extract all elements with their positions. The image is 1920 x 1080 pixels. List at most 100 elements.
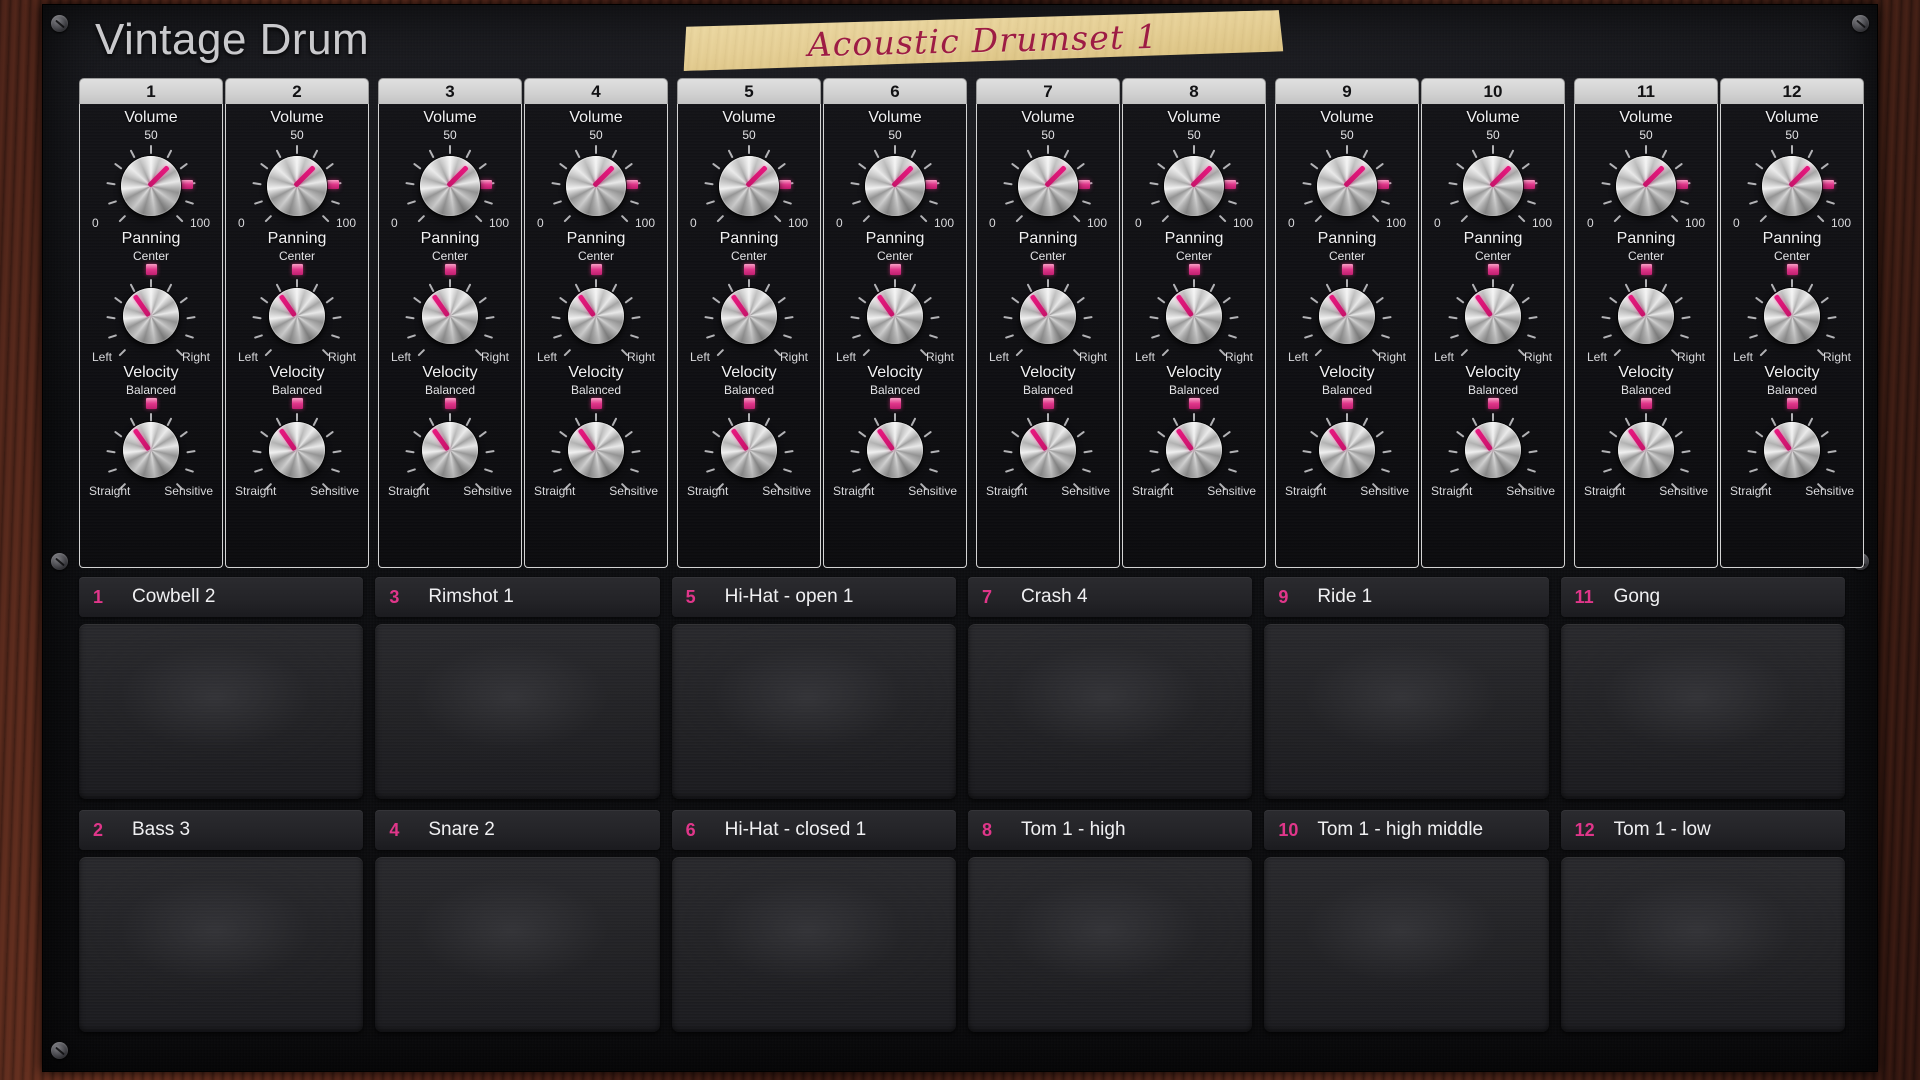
knob-dial[interactable] (721, 288, 777, 344)
channel-strip-12[interactable]: 12 Volume 50 0 100 Panning Center Left Right Velo… (1720, 78, 1864, 568)
volume-knob[interactable] (548, 142, 644, 223)
knob-dial[interactable] (568, 288, 624, 344)
knob-dial[interactable] (269, 288, 325, 344)
volume-knob[interactable] (1744, 142, 1840, 223)
pad-label[interactable]: 12 Tom 1 - low (1560, 810, 1845, 850)
panning-knob[interactable] (1598, 276, 1694, 357)
velocity-knob[interactable] (1445, 410, 1541, 491)
knob-dial[interactable] (721, 422, 777, 478)
panning-knob[interactable] (1744, 276, 1840, 357)
knob-dial[interactable] (566, 156, 626, 216)
channel-number[interactable]: 3 (378, 78, 522, 104)
drum-pad[interactable] (79, 857, 364, 1032)
volume-knob[interactable] (103, 142, 199, 223)
channel-number[interactable]: 7 (976, 78, 1120, 104)
channel-strip-11[interactable]: 11 Volume 50 0 100 Panning Center Left Right Velo… (1574, 78, 1718, 568)
channel-strip-3[interactable]: 3 Volume 50 0 100 Panning Center Left Right Veloc… (378, 78, 522, 568)
panning-knob[interactable] (249, 276, 345, 357)
drum-pad[interactable] (671, 857, 956, 1032)
knob-dial[interactable] (1020, 288, 1076, 344)
pad-label[interactable]: 1 Cowbell 2 (79, 577, 364, 617)
channel-number[interactable]: 8 (1122, 78, 1266, 104)
knob-dial[interactable] (865, 156, 925, 216)
preset-name-plate[interactable]: Acoustic Drumset 1 (683, 10, 1284, 71)
velocity-knob[interactable] (1744, 410, 1840, 491)
pad-label[interactable]: 11 Gong (1560, 577, 1845, 617)
velocity-knob[interactable] (1000, 410, 1096, 491)
knob-dial[interactable] (422, 288, 478, 344)
knob-dial[interactable] (420, 156, 480, 216)
pad-label[interactable]: 7 Crash 4 (967, 577, 1253, 617)
velocity-knob[interactable] (103, 410, 199, 491)
knob-dial[interactable] (1465, 288, 1521, 344)
knob-dial[interactable] (1762, 156, 1822, 216)
volume-knob[interactable] (1299, 142, 1395, 223)
panning-knob[interactable] (548, 276, 644, 357)
panning-knob[interactable] (701, 276, 797, 357)
volume-knob[interactable] (701, 142, 797, 223)
drum-pad[interactable] (1560, 857, 1845, 1032)
volume-knob[interactable] (1598, 142, 1694, 223)
volume-knob[interactable] (1146, 142, 1242, 223)
channel-number[interactable]: 9 (1275, 78, 1419, 104)
volume-knob[interactable] (1000, 142, 1096, 223)
channel-number[interactable]: 4 (524, 78, 668, 104)
drum-pad[interactable] (375, 624, 660, 799)
volume-knob[interactable] (1445, 142, 1541, 223)
velocity-knob[interactable] (548, 410, 644, 491)
channel-number[interactable]: 2 (225, 78, 369, 104)
velocity-knob[interactable] (1146, 410, 1242, 491)
drum-pad[interactable] (967, 624, 1253, 799)
velocity-knob[interactable] (1598, 410, 1694, 491)
knob-dial[interactable] (1618, 422, 1674, 478)
pad-label[interactable]: 5 Hi-Hat - open 1 (671, 577, 956, 617)
knob-dial[interactable] (568, 422, 624, 478)
panning-knob[interactable] (1445, 276, 1541, 357)
volume-knob[interactable] (402, 142, 498, 223)
knob-dial[interactable] (1020, 422, 1076, 478)
knob-dial[interactable] (1166, 422, 1222, 478)
knob-dial[interactable] (1764, 422, 1820, 478)
knob-dial[interactable] (422, 422, 478, 478)
pad-label[interactable]: 6 Hi-Hat - closed 1 (671, 810, 956, 850)
channel-strip-9[interactable]: 9 Volume 50 0 100 Panning Center Left Right Veloc… (1275, 78, 1419, 568)
knob-dial[interactable] (121, 156, 181, 216)
panning-knob[interactable] (1299, 276, 1395, 357)
knob-dial[interactable] (269, 422, 325, 478)
knob-dial[interactable] (1317, 156, 1377, 216)
channel-strip-5[interactable]: 5 Volume 50 0 100 Panning Center Left Right Veloc… (677, 78, 821, 568)
channel-strip-8[interactable]: 8 Volume 50 0 100 Panning Center Left Right Veloc… (1122, 78, 1266, 568)
velocity-knob[interactable] (701, 410, 797, 491)
knob-dial[interactable] (123, 422, 179, 478)
drum-pad[interactable] (967, 857, 1253, 1032)
panning-knob[interactable] (1146, 276, 1242, 357)
pad-label[interactable]: 9 Ride 1 (1264, 577, 1549, 617)
channel-number[interactable]: 10 (1421, 78, 1565, 104)
pad-label[interactable]: 4 Snare 2 (375, 810, 660, 850)
channel-strip-6[interactable]: 6 Volume 50 0 100 Panning Center Left Right Veloc… (823, 78, 967, 568)
drum-pad[interactable] (79, 624, 364, 799)
knob-dial[interactable] (1166, 288, 1222, 344)
knob-dial[interactable] (867, 422, 923, 478)
volume-knob[interactable] (249, 142, 345, 223)
panning-knob[interactable] (103, 276, 199, 357)
knob-dial[interactable] (1319, 288, 1375, 344)
drum-pad[interactable] (375, 857, 660, 1032)
knob-dial[interactable] (1463, 156, 1523, 216)
knob-dial[interactable] (1618, 288, 1674, 344)
drum-pad[interactable] (1264, 857, 1549, 1032)
drum-pad[interactable] (671, 624, 956, 799)
knob-dial[interactable] (867, 288, 923, 344)
channel-number[interactable]: 5 (677, 78, 821, 104)
channel-strip-7[interactable]: 7 Volume 50 0 100 Panning Center Left Right Veloc… (976, 78, 1120, 568)
channel-strip-10[interactable]: 10 Volume 50 0 100 Panning Center Left Right Velo… (1421, 78, 1565, 568)
drum-pad[interactable] (1264, 624, 1549, 799)
pad-label[interactable]: 8 Tom 1 - high (967, 810, 1253, 850)
knob-dial[interactable] (719, 156, 779, 216)
volume-knob[interactable] (847, 142, 943, 223)
knob-dial[interactable] (1465, 422, 1521, 478)
knob-dial[interactable] (1018, 156, 1078, 216)
drum-pad[interactable] (1560, 624, 1845, 799)
panning-knob[interactable] (402, 276, 498, 357)
channel-strip-1[interactable]: 1 Volume 50 0 100 Panning Center Left Right Veloc… (79, 78, 223, 568)
